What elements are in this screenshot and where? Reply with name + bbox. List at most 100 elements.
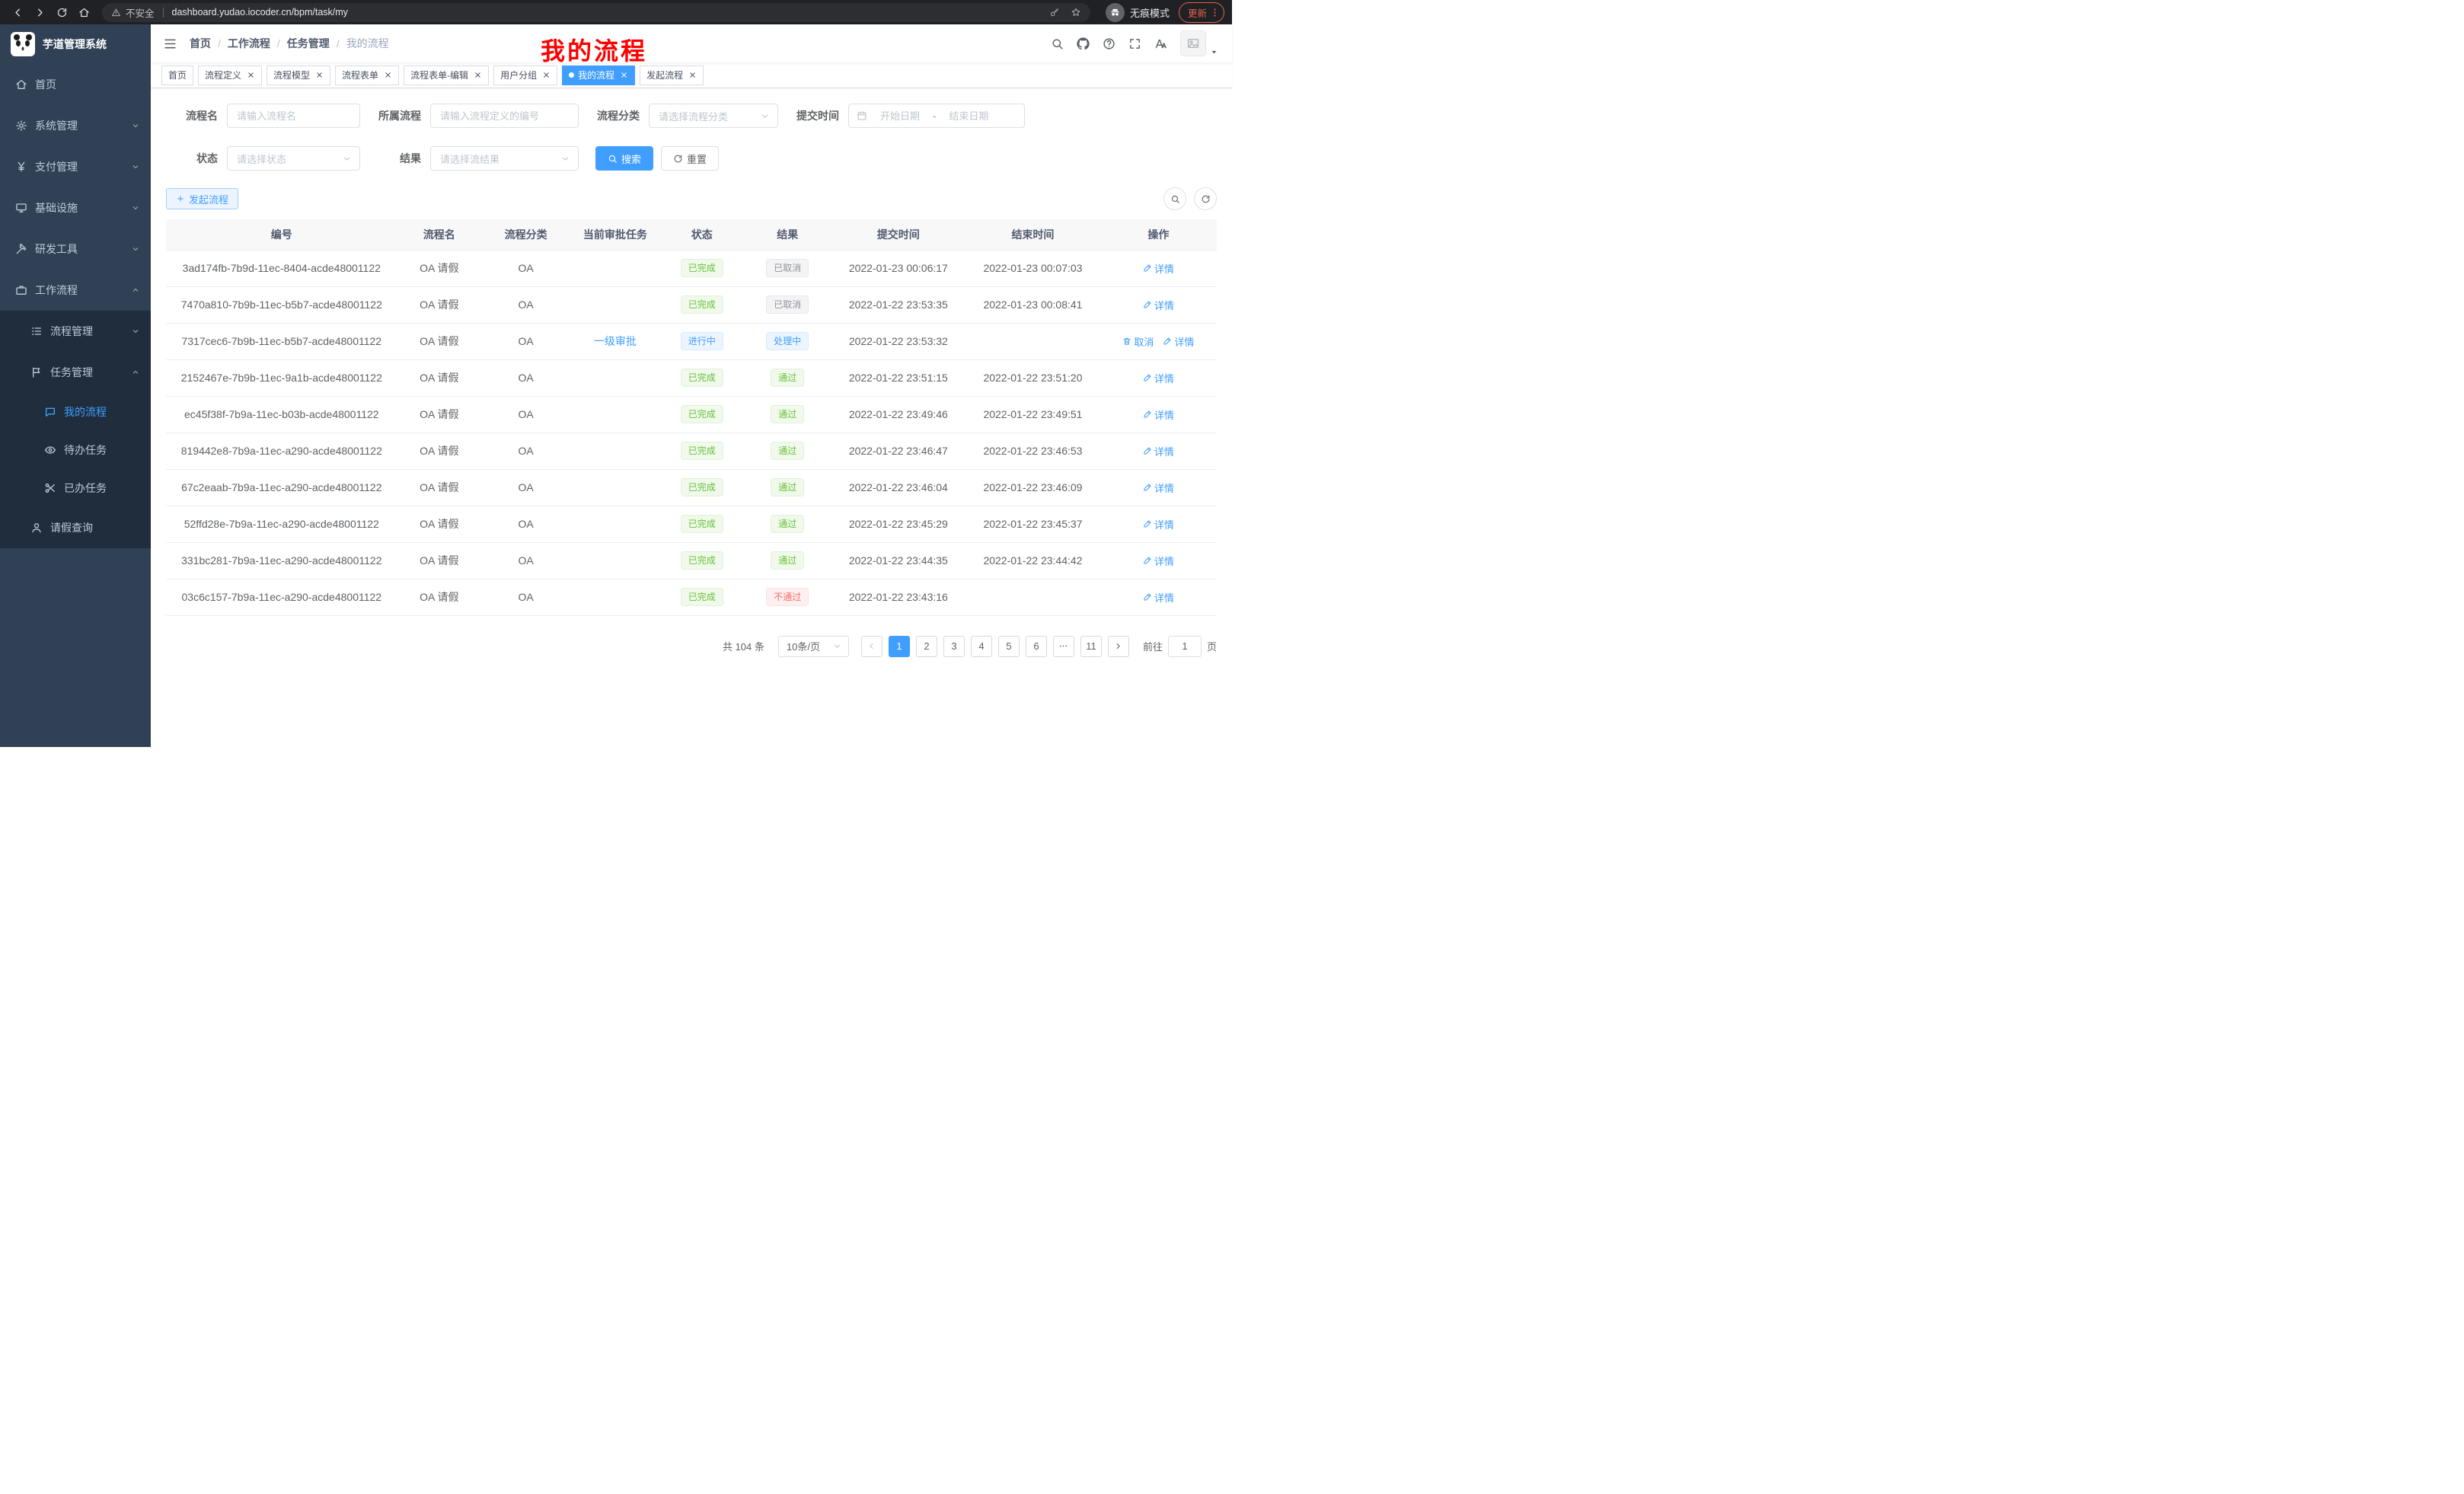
prev-page-button[interactable] [861, 636, 883, 657]
security-warning-icon[interactable] [111, 8, 121, 18]
tab-item[interactable]: 发起流程 [640, 65, 704, 85]
refresh-table-button[interactable] [1194, 187, 1217, 210]
detail-action-button[interactable]: 详情 [1143, 261, 1174, 276]
detail-action-button[interactable]: 详情 [1163, 334, 1194, 349]
show-search-button[interactable] [1163, 187, 1186, 210]
browser-menu-icon[interactable] [1209, 7, 1221, 18]
font-size-icon[interactable] [1154, 37, 1167, 50]
browser-update-button[interactable]: 更新 [1179, 2, 1224, 23]
detail-label: 详情 [1154, 554, 1174, 568]
table-row: 7317cec6-7b9b-11ec-b5b7-acde48001122OA 请… [166, 323, 1217, 359]
page-number-button[interactable]: 3 [943, 636, 965, 657]
sidebar-item[interactable]: 待办任务 [0, 431, 151, 469]
sidebar-item[interactable]: 系统管理 [0, 105, 151, 146]
detail-action-button[interactable]: 详情 [1143, 407, 1174, 422]
detail-action-button[interactable]: 详情 [1143, 444, 1174, 458]
tab-item[interactable]: 首页 [161, 65, 193, 85]
reset-button[interactable]: 重置 [661, 146, 719, 171]
process-def-input[interactable] [430, 104, 579, 128]
close-tab-icon[interactable] [474, 71, 482, 79]
tab-item[interactable]: 我的流程 [562, 65, 635, 85]
user-menu[interactable] [1180, 30, 1218, 56]
sidebar-item[interactable]: 首页 [0, 64, 151, 105]
fullscreen-icon[interactable] [1128, 37, 1141, 50]
sidebar-item[interactable]: 已办任务 [0, 469, 151, 507]
table-row: 819442e8-7b9a-11ec-a290-acde48001122OA 请… [166, 433, 1217, 469]
tab-item[interactable]: 流程定义 [198, 65, 262, 85]
detail-action-button[interactable]: 详情 [1143, 590, 1174, 605]
sidebar-item[interactable]: 任务管理 [0, 352, 151, 393]
breadcrumb-item[interactable]: 首页 [190, 36, 211, 51]
breadcrumb: 首页/工作流程/任务管理/我的流程 [190, 36, 389, 51]
sidebar-item[interactable]: 请假查询 [0, 507, 151, 548]
status-select[interactable]: 请选择状态 [227, 146, 360, 171]
key-icon[interactable] [1049, 7, 1060, 18]
goto-page-input[interactable] [1168, 636, 1202, 657]
tab-item[interactable]: 用户分组 [493, 65, 557, 85]
detail-action-button[interactable]: 详情 [1143, 371, 1174, 385]
start-date-input[interactable] [870, 110, 930, 122]
table-row: 7470a810-7b9b-11ec-b5b7-acde48001122OA 请… [166, 286, 1217, 323]
close-tab-icon[interactable] [315, 71, 324, 79]
process-name-input[interactable] [227, 104, 360, 128]
sidebar-item[interactable]: 工作流程 [0, 270, 151, 311]
status-field: 状态 请选择状态 [166, 146, 360, 171]
page-size-select[interactable]: 10条/页 [778, 636, 849, 657]
page-number-button[interactable]: 5 [998, 636, 1020, 657]
close-tab-icon[interactable] [247, 71, 255, 79]
sidebar-item[interactable]: 支付管理 [0, 146, 151, 187]
close-tab-icon[interactable] [542, 71, 551, 79]
page-number-button[interactable]: 4 [971, 636, 992, 657]
breadcrumb-item[interactable]: 工作流程 [228, 36, 270, 51]
sidebar-item[interactable]: 研发工具 [0, 228, 151, 270]
category-cell: OA [481, 579, 570, 615]
result-select[interactable]: 请选择流结果 [430, 146, 579, 171]
app-logo[interactable]: 芋道管理系统 [0, 24, 151, 64]
bookmark-star-icon[interactable] [1071, 7, 1081, 18]
category-cell: OA [481, 542, 570, 579]
sidebar-toggle-button[interactable] [163, 37, 177, 51]
tab-item[interactable]: 流程表单 [335, 65, 399, 85]
detail-action-button[interactable]: 详情 [1143, 298, 1174, 312]
browser-forward-button[interactable] [30, 2, 50, 23]
more-pages-button[interactable] [1053, 636, 1074, 657]
submit-time-range[interactable]: - [848, 104, 1025, 128]
detail-action-button[interactable]: 详情 [1143, 554, 1174, 568]
page-number-button[interactable]: 2 [916, 636, 937, 657]
sidebar-item[interactable]: 基础设施 [0, 187, 151, 228]
avatar[interactable] [1180, 30, 1206, 56]
chevron-down-icon [131, 327, 140, 336]
header-search-icon[interactable] [1051, 37, 1064, 50]
breadcrumb-item[interactable]: 任务管理 [287, 36, 330, 51]
close-tab-icon[interactable] [688, 71, 697, 79]
detail-action-button[interactable]: 详情 [1143, 517, 1174, 532]
close-tab-icon[interactable] [384, 71, 392, 79]
process-table: 编号流程名流程分类当前审批任务状态结果提交时间结束时间操作 3ad174fb-7… [166, 219, 1217, 616]
page-number-button[interactable]: 6 [1026, 636, 1047, 657]
help-icon[interactable] [1103, 37, 1116, 50]
close-tab-icon[interactable] [620, 71, 628, 79]
detail-label: 详情 [1154, 407, 1174, 422]
end-date-input[interactable] [938, 110, 999, 122]
tab-item[interactable]: 流程模型 [267, 65, 330, 85]
detail-action-button[interactable]: 详情 [1143, 480, 1174, 495]
page-number-button[interactable]: 11 [1080, 636, 1102, 657]
column-header: 结果 [744, 219, 831, 250]
cancel-action-button[interactable]: 取消 [1122, 334, 1154, 349]
page-number-button[interactable]: 1 [889, 636, 910, 657]
category-select[interactable]: 请选择流程分类 [649, 104, 778, 128]
next-page-button[interactable] [1108, 636, 1129, 657]
sidebar-item[interactable]: 流程管理 [0, 311, 151, 352]
address-bar[interactable]: 不安全 dashboard.yudao.iocoder.cn/bpm/task/… [102, 3, 1090, 22]
incognito-badge: 无痕模式 [1106, 3, 1170, 22]
github-icon[interactable] [1077, 37, 1090, 50]
browser-back-button[interactable] [8, 2, 28, 23]
search-button[interactable]: 搜索 [595, 146, 653, 171]
current-task-link[interactable]: 一级审批 [594, 335, 637, 347]
browser-reload-button[interactable] [52, 2, 72, 23]
browser-home-button[interactable] [74, 2, 94, 23]
status-badge: 已完成 [681, 295, 723, 314]
start-process-button[interactable]: 发起流程 [166, 188, 238, 209]
sidebar-item[interactable]: 我的流程 [0, 393, 151, 431]
tab-item[interactable]: 流程表单-编辑 [404, 65, 489, 85]
